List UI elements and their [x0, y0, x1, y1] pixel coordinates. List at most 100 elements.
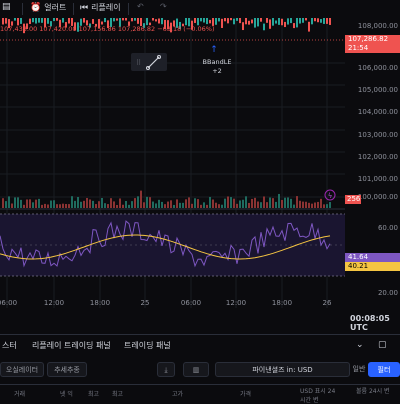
time-tick: 12:00	[43, 299, 65, 307]
volume-bar	[284, 197, 286, 208]
ohlc-close: 107,286.82	[117, 25, 156, 33]
replay-icon: ⏮	[80, 2, 89, 13]
volume-bar	[104, 203, 106, 208]
redo-button[interactable]: ↷	[160, 2, 167, 11]
utc-clock[interactable]: 00:08:05 UTC	[350, 314, 400, 332]
tab-trading-panel[interactable]: 트레이딩 패널	[124, 340, 171, 351]
oscillator-filter-button[interactable]: 오실레이터	[0, 362, 44, 377]
drag-handle-icon[interactable]: ⠿	[136, 59, 141, 67]
tab-screener[interactable]: 스터	[2, 340, 17, 351]
volume-bar	[260, 202, 262, 208]
volume-badge: 256	[345, 195, 361, 204]
volume-bar	[98, 201, 100, 208]
replay-button[interactable]: ⏮ 리플레이	[80, 2, 121, 13]
volume-bar	[161, 201, 163, 208]
volume-bar	[143, 202, 145, 208]
volume-bar	[11, 203, 13, 208]
trend-filter-button[interactable]: 추세추종	[47, 362, 87, 377]
column-header[interactable]: 고가	[172, 389, 183, 398]
volume-bar	[26, 199, 28, 208]
candle	[5, 18, 7, 24]
volume-bar	[221, 204, 223, 208]
candle	[116, 18, 118, 21]
candle	[230, 18, 232, 21]
candle	[257, 18, 259, 27]
volume-bar	[239, 200, 241, 208]
volume-bar	[86, 197, 88, 208]
undo-button[interactable]: ↶	[137, 2, 144, 11]
price-chart[interactable]: ⠿ ↑ BBandLE +2 ϟ	[0, 18, 345, 308]
column-header[interactable]: 넷 익	[60, 389, 73, 398]
candle	[29, 18, 31, 24]
candle	[200, 18, 202, 22]
volume-bar	[65, 203, 67, 208]
volume-bar	[317, 201, 319, 208]
alert-button[interactable]: ⏰ 얼러트	[30, 2, 66, 13]
strategy-signal-count: +2	[212, 67, 222, 75]
volume-bar	[95, 204, 97, 208]
volume-bar	[113, 201, 115, 208]
volume-bar	[35, 199, 37, 208]
price-axis[interactable]: 108,000.00 107,286.82 21:54 106,000.00 1…	[345, 18, 400, 308]
volume-bar	[323, 204, 325, 208]
volume-bar	[179, 202, 181, 208]
time-tick: 18:00	[271, 299, 293, 307]
candle	[287, 18, 289, 25]
candle	[305, 18, 307, 21]
volume-bar	[302, 201, 304, 208]
column-header[interactable]: 최고	[88, 389, 99, 398]
volume-bar	[8, 196, 10, 208]
expand-panel-icon[interactable]: ▢	[378, 340, 387, 350]
candle	[92, 19, 94, 24]
download-button[interactable]: ⤓	[157, 362, 175, 377]
strategy-signal-label: BBandLE	[203, 58, 232, 66]
volume-bar	[251, 198, 253, 208]
candle	[269, 19, 271, 29]
financials-currency-select[interactable]: 파이낸셜즈 in: USD	[215, 362, 350, 377]
volume-bar	[44, 203, 46, 208]
rsi-tick: 20.00	[377, 289, 398, 297]
tab-replay-trading-panel[interactable]: 리플레이 트레이딩 패널	[32, 340, 111, 351]
volume-bar	[101, 197, 103, 208]
volume-bar	[83, 200, 85, 208]
column-header[interactable]: 볼륨 24시 변	[356, 386, 396, 395]
column-header[interactable]: 최고	[112, 389, 123, 398]
ohlc-change: −63.18 (−0.06%)	[157, 25, 215, 33]
bar-countdown-badge: 21:54	[345, 44, 400, 53]
volume-bar	[269, 197, 271, 208]
volume-bar	[185, 199, 187, 208]
volume-bar	[257, 201, 259, 208]
volume-bar	[110, 198, 112, 208]
column-header[interactable]: 거래	[14, 389, 25, 398]
candle	[278, 18, 280, 25]
candle	[248, 20, 250, 25]
candle	[326, 18, 328, 24]
candle	[158, 18, 160, 24]
price-tick: 102,000.00	[357, 153, 398, 161]
candle	[263, 23, 265, 31]
candle	[125, 18, 127, 21]
column-header[interactable]: USD 표시 24시간 변	[300, 386, 340, 404]
candle	[221, 18, 223, 28]
price-tick: 100,000.00	[357, 193, 398, 201]
candle	[68, 18, 70, 24]
layout-menu-button[interactable]: ▤	[2, 2, 11, 12]
chart-toggle-button[interactable]: ▥	[183, 362, 209, 377]
volume-bar	[182, 202, 184, 208]
candle	[275, 20, 277, 24]
ohlc-low: 107,156.86	[78, 25, 116, 33]
alarm-clock-icon: ⏰	[30, 2, 42, 13]
general-label-text[interactable]: 일반	[352, 362, 366, 377]
volume-bar	[122, 204, 124, 208]
chevron-down-icon[interactable]: ⌄	[356, 340, 364, 350]
candle	[239, 18, 241, 24]
filter-button[interactable]: 필터	[368, 362, 400, 377]
time-axis[interactable]: 06:00 12:00 18:00 25 06:00 12:00 18:00 2…	[0, 297, 345, 311]
candle	[260, 18, 262, 22]
candle	[32, 18, 34, 23]
volume-bar	[71, 196, 73, 208]
column-header[interactable]: 가격	[240, 389, 251, 398]
time-tick: 26	[322, 299, 332, 307]
volume-bar	[62, 203, 64, 208]
volume-bar	[170, 200, 172, 208]
